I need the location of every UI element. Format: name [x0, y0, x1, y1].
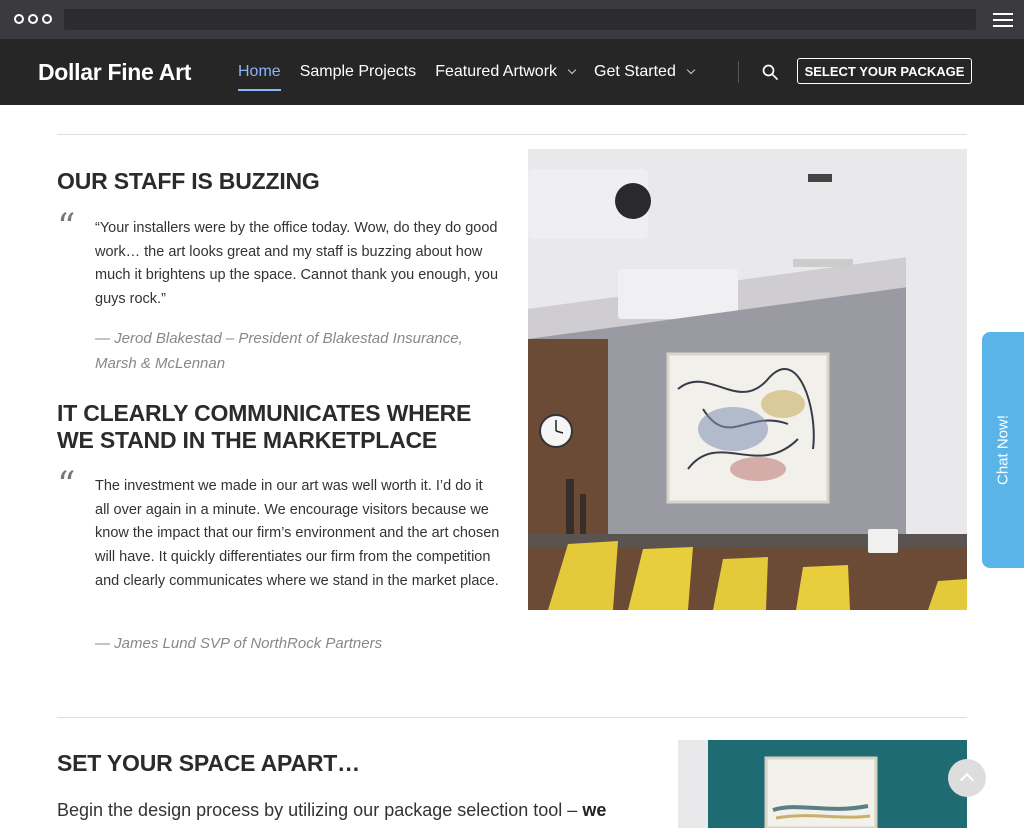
- chevron-down-icon: [567, 65, 577, 75]
- intro-text: Begin the design process by utilizing ou…: [57, 800, 578, 820]
- nav-label: Featured Artwork: [435, 63, 558, 80]
- search-icon[interactable]: [762, 64, 778, 80]
- testimonial-attribution: — James Lund SVP of NorthRock Partners: [95, 635, 383, 652]
- nav-item-sample-projects[interactable]: Sample Projects: [300, 63, 417, 81]
- site-logo[interactable]: Dollar Fine Art: [38, 59, 191, 86]
- art-photo: [678, 740, 967, 828]
- testimonial-attribution: — Jerod Blakestad – President of Blakest…: [95, 330, 463, 372]
- testimonial-heading: IT CLEARLY COMMUNICATES WHERE WE STAND I…: [57, 400, 472, 453]
- nav-item-featured-artwork[interactable]: Featured Artwork: [435, 63, 577, 81]
- nav-divider: [738, 61, 739, 83]
- nav-label: Get Started: [594, 63, 676, 80]
- testimonial-quote: The investment we made in our art was we…: [95, 478, 500, 589]
- office-photo: [528, 149, 967, 610]
- intro-bold-text: we: [582, 800, 607, 820]
- site-header: Dollar Fine Art Home Sample Projects Fea…: [0, 39, 1024, 105]
- testimonial-heading: OUR STAFF IS BUZZING: [57, 168, 320, 194]
- address-bar[interactable]: [64, 9, 976, 30]
- divider: [57, 717, 967, 718]
- hamburger-menu-icon[interactable]: [993, 13, 1013, 27]
- chevron-up-icon[interactable]: [948, 759, 986, 797]
- nav-label: Sample Projects: [299, 63, 417, 80]
- chevron-down-icon: [686, 65, 696, 75]
- testimonial-quote: “Your installers were by the office toda…: [95, 220, 499, 308]
- quote-icon: “: [57, 207, 76, 248]
- select-package-button[interactable]: SELECT YOUR PACKAGE: [797, 58, 972, 84]
- main-nav: Home Sample Projects Featured Artwork Ge…: [238, 63, 713, 91]
- section-heading: SET YOUR SPACE APART…: [57, 750, 360, 776]
- quote-icon: “: [57, 465, 76, 506]
- section-intro: Begin the design process by utilizing ou…: [57, 800, 606, 821]
- chat-now-button[interactable]: Chat Now!: [982, 332, 1024, 568]
- chat-label: Chat Now!: [994, 414, 1012, 486]
- nav-item-home[interactable]: Home: [238, 63, 281, 91]
- nav-item-get-started[interactable]: Get Started: [594, 63, 696, 81]
- window-dots-icon: [14, 14, 52, 24]
- browser-toolbar: [0, 0, 1024, 39]
- nav-label: Home: [238, 63, 281, 80]
- divider: [57, 134, 967, 135]
